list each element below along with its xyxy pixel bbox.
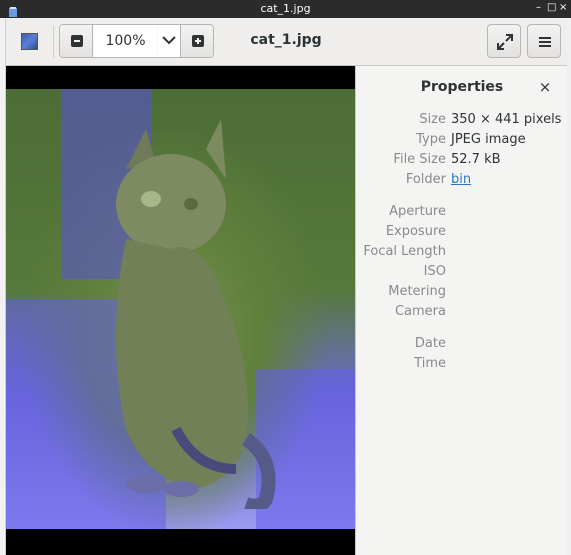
property-label: Exposure <box>385 224 446 239</box>
property-row-metering: Metering <box>356 284 568 302</box>
property-row-focal-length: Focal Length <box>356 244 568 262</box>
property-label: Aperture <box>389 204 446 219</box>
fullscreen-icon <box>497 34 513 50</box>
image-canvas[interactable] <box>6 66 355 555</box>
property-label: Folder <box>405 172 446 187</box>
property-label: Size <box>419 112 446 127</box>
property-row-type: Type JPEG image <box>356 132 568 150</box>
property-value: 52.7 kB <box>451 152 501 167</box>
folder-link[interactable]: bin <box>451 172 471 187</box>
properties-panel: Properties × Size 350 × 441 pixels Type … <box>355 66 567 555</box>
property-row-aperture: Aperture <box>356 204 568 222</box>
close-window-icon[interactable]: × <box>559 2 567 13</box>
window-titlebar[interactable]: cat_1.jpg – □ × <box>0 0 571 18</box>
property-label: Time <box>414 356 446 371</box>
property-label: Type <box>416 132 446 147</box>
property-row-date: Date <box>356 336 568 354</box>
cat-figure <box>116 119 276 509</box>
property-row-time: Time <box>356 356 568 374</box>
properties-title: Properties <box>420 79 504 95</box>
zoom-out-icon <box>71 35 83 47</box>
hamburger-menu-icon <box>539 37 551 47</box>
zoom-out-button[interactable] <box>60 25 93 57</box>
zoom-control: 100% <box>59 24 214 58</box>
property-label: File Size <box>393 152 446 167</box>
fullscreen-button[interactable] <box>487 24 521 58</box>
menu-button[interactable] <box>527 24 561 58</box>
property-value: JPEG image <box>451 132 526 147</box>
zoom-level[interactable]: 100% <box>94 25 157 57</box>
property-row-folder: Folder bin <box>356 172 568 190</box>
close-icon[interactable]: × <box>538 80 552 95</box>
header-separator <box>53 26 54 58</box>
property-value: 350 × 441 pixels <box>451 112 562 127</box>
property-row-exposure: Exposure <box>356 224 568 242</box>
property-row-camera: Camera <box>356 304 568 322</box>
cat-image <box>6 89 355 529</box>
property-row-file-size: File Size 52.7 kB <box>356 152 568 170</box>
zoom-in-icon <box>192 35 204 47</box>
image-thumbnail-icon[interactable] <box>21 33 38 50</box>
document-title: cat_1.jpg <box>250 32 322 48</box>
minimize-icon[interactable]: – <box>536 2 541 13</box>
property-label: Date <box>414 336 446 351</box>
maximize-icon[interactable]: □ <box>547 2 556 13</box>
property-label: ISO <box>423 264 446 279</box>
property-label: Metering <box>388 284 446 299</box>
image-viewer-window: cat_1.jpg – □ × 100% cat_1.jpg Propertie… <box>0 0 571 555</box>
chevron-down-icon <box>162 36 176 45</box>
zoom-dropdown-button[interactable] <box>158 25 180 57</box>
property-row-size: Size 350 × 441 pixels <box>356 112 568 130</box>
property-label: Focal Length <box>363 244 446 259</box>
property-row-iso: ISO <box>356 264 568 282</box>
property-label: Camera <box>394 304 446 319</box>
window-title: cat_1.jpg <box>260 2 311 15</box>
header-bar: 100% cat_1.jpg <box>6 18 567 66</box>
